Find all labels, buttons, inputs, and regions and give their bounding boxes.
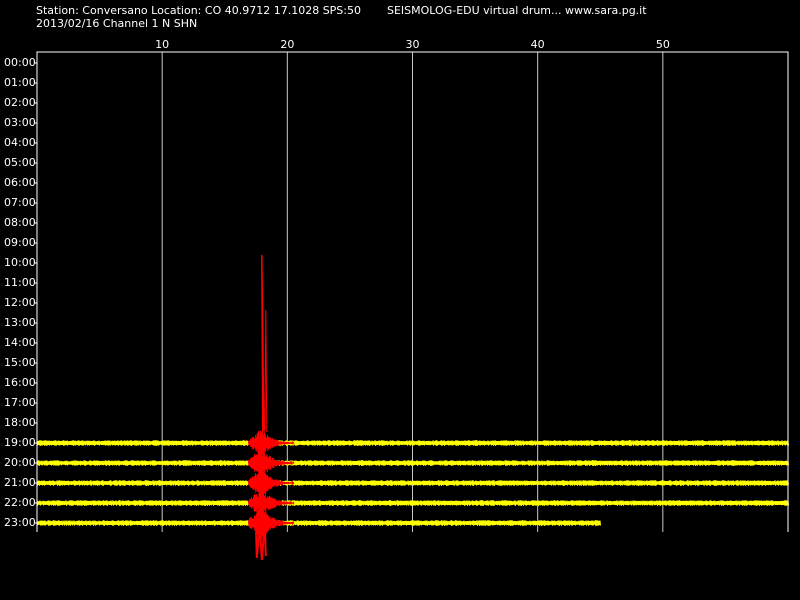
seismogram-drum: [34, 51, 789, 561]
trace-line: [36, 520, 601, 526]
trace-line: [36, 440, 789, 446]
trace-line: [36, 460, 789, 466]
trace-line: [36, 500, 789, 506]
event-spike: [261, 254, 265, 433]
event-spike: [264, 309, 268, 433]
